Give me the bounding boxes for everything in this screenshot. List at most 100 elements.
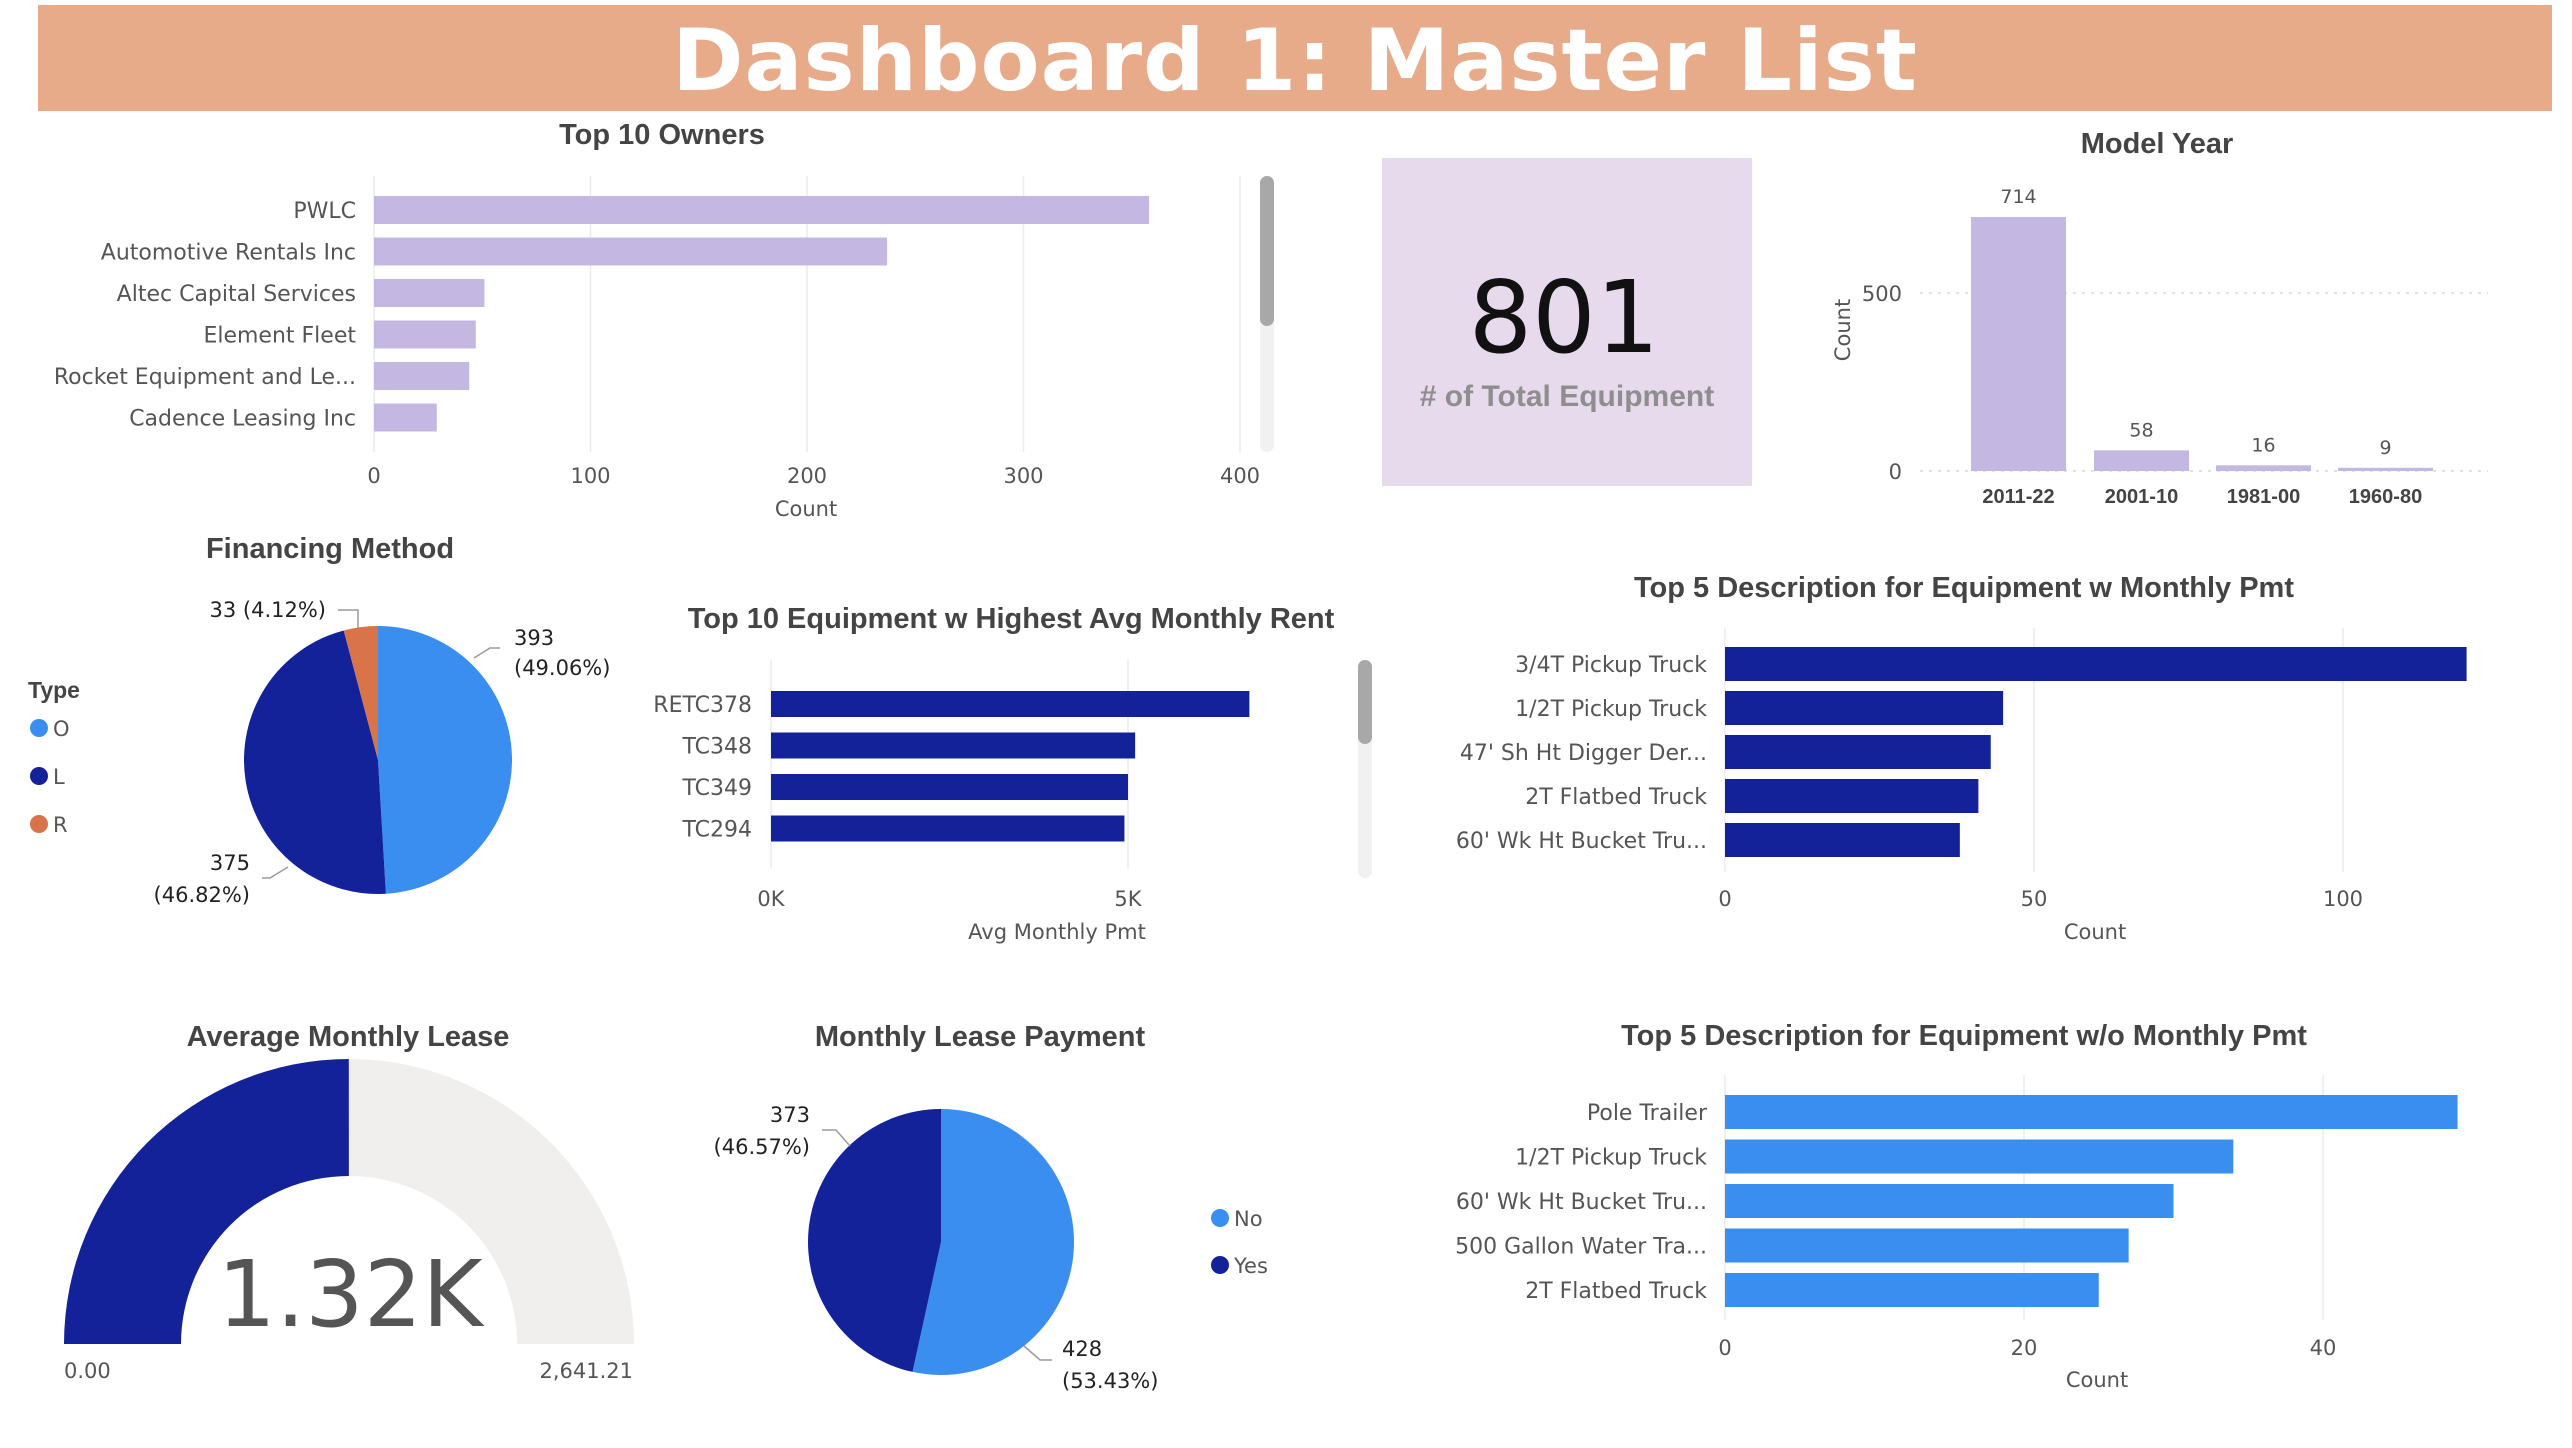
owners-x-tick: 0: [367, 464, 380, 488]
financing-slice[interactable]: [378, 626, 513, 894]
lease-leader-line: [822, 1129, 851, 1147]
lease-data-label: (53.43%): [1062, 1369, 1158, 1393]
desc-with-pmt-x-tick: 50: [2021, 887, 2048, 911]
desc-without-pmt-bar[interactable]: [1725, 1228, 2129, 1263]
model-year-data-label: 58: [2129, 419, 2153, 441]
lease-data-label: 428: [1062, 1337, 1102, 1361]
desc-with-pmt-category-label: 47' Sh Ht Digger Der...: [1460, 741, 1707, 766]
rent-bar[interactable]: [771, 774, 1128, 800]
owners-title: Top 10 Owners: [559, 119, 765, 151]
owners-bar[interactable]: [374, 362, 470, 390]
owners-bar[interactable]: [374, 196, 1150, 224]
kpi-card[interactable]: 801 # of Total Equipment: [1382, 158, 1752, 486]
gauge-min-label: 0.00: [64, 1359, 111, 1383]
rent-category-label: TC349: [681, 776, 752, 801]
desc-with-pmt-bar[interactable]: [1725, 647, 2467, 681]
owners-category-label: Cadence Leasing Inc: [129, 407, 356, 432]
financing-data-label: (46.82%): [154, 883, 250, 907]
desc-with-pmt-category-label: 60' Wk Ht Bucket Tru...: [1456, 829, 1707, 854]
owners-bar[interactable]: [374, 403, 437, 432]
financing-legend-label[interactable]: L: [53, 765, 65, 789]
desc-without-pmt-x-tick: 0: [1718, 1336, 1731, 1360]
desc-without-pmt-bar[interactable]: [1725, 1184, 2174, 1218]
financing-leader-line: [338, 609, 359, 628]
owners-chart[interactable]: Top 10 Owners Count 0 100 200 300 400 PWLC Aut…: [54, 119, 1274, 521]
financing-legend-marker[interactable]: [30, 815, 48, 833]
owners-bar[interactable]: [374, 279, 485, 307]
gauge-value: 1.32K: [217, 1241, 485, 1348]
owners-x-tick: 300: [1003, 464, 1043, 488]
model-year-y-tick: 0: [1889, 460, 1902, 484]
lease-slice[interactable]: [807, 1109, 941, 1372]
owners-bar[interactable]: [374, 237, 888, 266]
financing-leader-line: [473, 647, 500, 659]
lease-legend-marker[interactable]: [1211, 1209, 1229, 1227]
rent-x-tick: 0K: [757, 887, 785, 911]
rent-category-label: RETC378: [653, 693, 752, 718]
owners-bar[interactable]: [374, 320, 476, 349]
rent-bar[interactable]: [771, 815, 1125, 842]
kpi-value: 801: [1469, 259, 1660, 376]
desc-without-pmt-title: Top 5 Description for Equipment w/o Mont…: [1621, 1020, 2307, 1052]
desc-with-pmt-category-label: 1/2T Pickup Truck: [1515, 697, 1707, 722]
kpi-label: # of Total Equipment: [1420, 380, 1714, 413]
rent-title: Top 10 Equipment w Highest Avg Monthly R…: [688, 603, 1335, 635]
average-lease-gauge[interactable]: Average Monthly Lease 1.32K 0.00 2,641.2…: [64, 1021, 634, 1383]
financing-method-chart[interactable]: Financing Method Type 393 (49.06%) 375 (46.…: [28, 533, 610, 907]
desc-with-pmt-bar[interactable]: [1725, 823, 1960, 857]
desc-with-pmt-x-tick: 100: [2323, 887, 2363, 911]
financing-legend-label[interactable]: O: [53, 717, 70, 741]
rent-chart[interactable]: Top 10 Equipment w Highest Avg Monthly R…: [653, 603, 1372, 944]
owners-x-tick: 400: [1220, 464, 1260, 488]
model-year-bar[interactable]: [1971, 217, 2066, 471]
model-year-chart[interactable]: Model Year Count 0 500 714 2011-22 58 2001-10…: [1831, 128, 2488, 508]
model-year-bar[interactable]: [2338, 467, 2433, 471]
rent-bar[interactable]: [771, 691, 1250, 717]
financing-data-label: 33 (4.12%): [210, 598, 327, 622]
model-year-bar[interactable]: [2216, 465, 2311, 471]
rent-bar[interactable]: [771, 732, 1136, 759]
desc-with-pmt-chart[interactable]: Top 5 Description for Equipment w Monthl…: [1456, 572, 2467, 944]
financing-legend-marker[interactable]: [30, 719, 48, 737]
monthly-lease-chart[interactable]: Monthly Lease Payment 373 (46.57%) 428 (53.…: [714, 1021, 1268, 1393]
desc-without-pmt-category-label: 500 Gallon Water Tra...: [1455, 1235, 1707, 1260]
desc-with-pmt-bar[interactable]: [1725, 691, 2004, 725]
financing-legend-marker[interactable]: [30, 767, 48, 785]
desc-without-pmt-category-label: Pole Trailer: [1587, 1101, 1708, 1126]
owners-category-label: Automotive Rentals Inc: [101, 241, 356, 266]
model-year-category-label: 1981-00: [2227, 486, 2300, 508]
desc-without-pmt-bar[interactable]: [1725, 1095, 2458, 1129]
model-year-category-label: 1960-80: [2349, 486, 2422, 508]
model-year-data-label: 714: [2000, 186, 2036, 208]
desc-with-pmt-title: Top 5 Description for Equipment w Monthl…: [1634, 572, 2294, 604]
lease-legend-label[interactable]: Yes: [1233, 1254, 1268, 1278]
financing-data-label: (49.06%): [514, 656, 610, 680]
gauge-max-label: 2,641.21: [539, 1359, 633, 1383]
desc-without-pmt-category-label: 60' Wk Ht Bucket Tru...: [1456, 1190, 1707, 1215]
owners-category-label: Element Fleet: [203, 324, 356, 349]
financing-legend-label[interactable]: R: [53, 813, 68, 837]
owners-category-label: Rocket Equipment and Le...: [54, 365, 356, 390]
model-year-bar[interactable]: [2094, 450, 2189, 471]
desc-with-pmt-axis-label: Count: [2064, 920, 2126, 944]
desc-with-pmt-bar[interactable]: [1725, 779, 1979, 813]
desc-with-pmt-bar[interactable]: [1725, 735, 1991, 769]
model-year-category-label: 2001-10: [2105, 486, 2178, 508]
financing-legend-title: Type: [28, 677, 80, 703]
lease-data-label: 373: [770, 1103, 810, 1127]
desc-without-pmt-axis-label: Count: [2066, 1368, 2128, 1392]
rent-category-label: TC348: [681, 735, 752, 760]
desc-without-pmt-x-tick: 40: [2310, 1336, 2337, 1360]
model-year-axis-label: Count: [1831, 299, 1855, 361]
lease-data-label: (46.57%): [714, 1135, 810, 1159]
desc-without-pmt-bar[interactable]: [1725, 1139, 2234, 1174]
desc-without-pmt-bar[interactable]: [1725, 1273, 2099, 1307]
lease-legend-marker[interactable]: [1211, 1256, 1229, 1274]
model-year-y-tick: 500: [1862, 282, 1902, 306]
owners-scrollbar-thumb[interactable]: [1260, 176, 1274, 326]
desc-without-pmt-x-tick: 20: [2011, 1336, 2038, 1360]
lease-leader-line: [1023, 1345, 1052, 1361]
rent-scrollbar-thumb[interactable]: [1358, 660, 1372, 744]
desc-without-pmt-chart[interactable]: Top 5 Description for Equipment w/o Mont…: [1455, 1020, 2458, 1392]
lease-legend-label[interactable]: No: [1234, 1207, 1263, 1231]
